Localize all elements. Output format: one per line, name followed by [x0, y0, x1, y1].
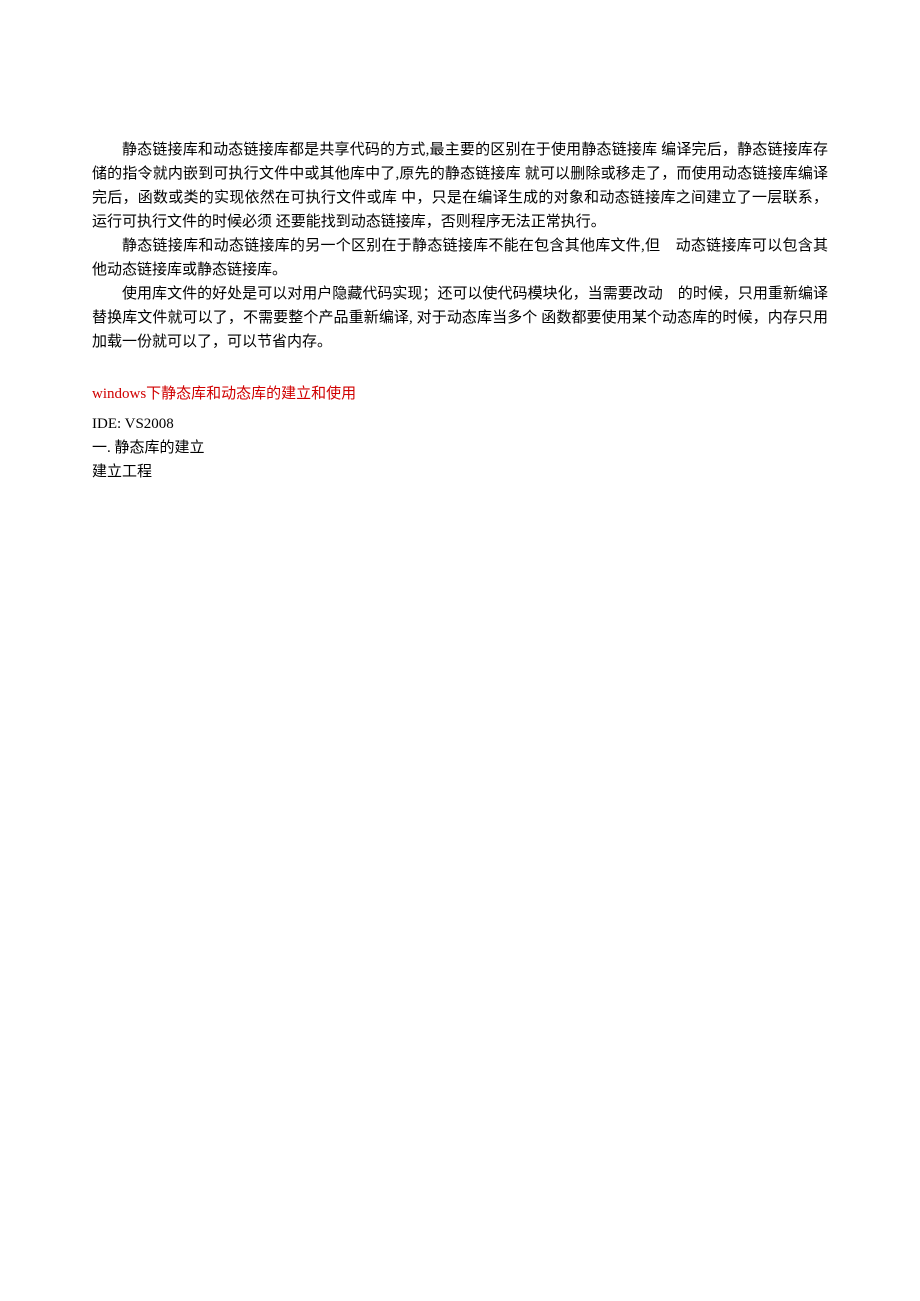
paragraph-2: 静态链接库和动态链接库的另一个区别在于静态链接库不能在包含其他库文件,但 动态链…	[92, 234, 828, 282]
line-ide: IDE: VS2008	[92, 412, 828, 436]
paragraph-3: 使用库文件的好处是可以对用户隐藏代码实现；还可以使代码模块化，当需要改动 的时候…	[92, 282, 828, 354]
section-heading: windows下静态库和动态库的建立和使用	[92, 382, 828, 406]
line-project: 建立工程	[92, 460, 828, 484]
line-section-1: 一. 静态库的建立	[92, 436, 828, 460]
paragraph-1: 静态链接库和动态链接库都是共享代码的方式,最主要的区别在于使用静态链接库 编译完…	[92, 138, 828, 234]
